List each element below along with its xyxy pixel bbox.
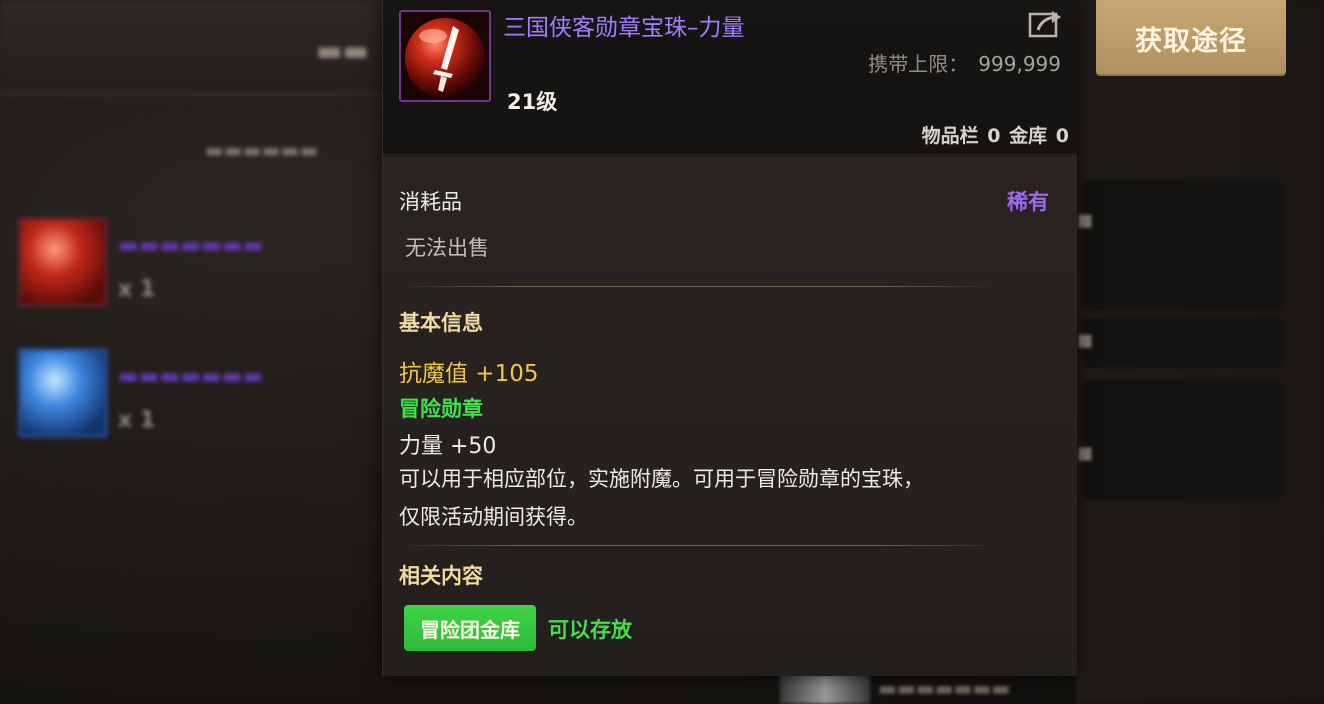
item-name: 三国侠客勋章宝珠–力量 [503, 15, 745, 41]
divider [399, 545, 999, 546]
inventory-label: 物品栏 [921, 125, 979, 147]
background-list-item: ▬▬▬▬▬▬▬ x 1 [0, 205, 400, 325]
description-line: 可以用于相应部位，实施附魔。可用于冒险勋章的宝珠， [399, 467, 924, 491]
blue-orb-icon [18, 348, 108, 438]
divider [399, 286, 999, 287]
tooltip-header: 三国侠客勋章宝珠–力量 携带上限： 999,999 21级 物品栏 0 金库 0 [383, 0, 1077, 155]
magic-resist-stat: 抗魔值 +105 [399, 361, 539, 387]
background-item-name: ▬▬▬▬▬▬▬ [118, 233, 264, 258]
related-content-title: 相关内容 [399, 564, 483, 588]
tooltip-body: 消耗品 稀有 无法出售 基本信息 抗魔值 +105 冒险勋章 力量 +50 可以… [383, 156, 1077, 676]
guild-vault-tag: 冒险团金库 [404, 605, 536, 651]
storable-status: 可以存放 [548, 618, 632, 642]
item-tooltip: 三国侠客勋章宝珠–力量 携带上限： 999,999 21级 物品栏 0 金库 0 … [382, 0, 1077, 676]
strength-stat: 力量 +50 [399, 434, 497, 459]
carry-limit-label: 携带上限： [868, 52, 969, 76]
item-description: 可以用于相应部位，实施附魔。可用于冒险勋章的宝珠， 仅限活动期间获得。 [399, 460, 1049, 536]
background-right-panel: ▪ ▪ ▪ [1076, 0, 1324, 704]
red-orb-icon [18, 217, 108, 307]
background-item-qty: x 1 [118, 408, 156, 433]
background-list-item: ▬▬▬▬▬▬▬ x 1 [0, 338, 400, 458]
background-bottom-item: ▬▬▬▬▬▬▬ [770, 674, 1090, 704]
storage-counts: 物品栏 0 金库 0 [920, 121, 1069, 148]
background-subtitle: ▬▬▬▬▬▬ [205, 138, 319, 162]
basic-info-title: 基本信息 [399, 311, 483, 335]
background-item-qty: x 1 [118, 277, 156, 302]
inventory-count: 0 [987, 125, 1001, 147]
item-rarity: 稀有 [1007, 190, 1049, 214]
background-item-name: ▬▬▬▬▬▬▬ [118, 364, 264, 389]
carry-limit-value: 999,999 [978, 52, 1061, 76]
carry-limit: 携带上限： 999,999 [868, 48, 1061, 77]
background-item-list: ▬▬▬▬▬▬ ▬▬▬▬▬▬▬ x 1 ▬▬▬▬▬▬▬ x 1 [0, 0, 400, 704]
medal-type: 冒险勋章 [399, 397, 483, 421]
acquire-path-button[interactable]: 获取途径 [1096, 0, 1286, 76]
description-line: 仅限活动期间获得。 [399, 505, 588, 529]
vault-count: 0 [1055, 125, 1069, 147]
red-gem-sword-icon [401, 12, 489, 100]
game-screen: ▬▬ ▬▬▬▬▬▬ ▬▬▬▬▬▬▬ x 1 ▬▬▬▬▬▬▬ x 1 ▪ ▪ ▪ … [0, 0, 1324, 704]
vault-label: 金库 [1009, 125, 1048, 147]
share-icon[interactable] [1028, 8, 1064, 38]
item-icon [399, 10, 491, 102]
sell-status: 无法出售 [405, 236, 489, 260]
item-level: 21级 [507, 90, 558, 114]
item-type: 消耗品 [399, 190, 462, 214]
acquire-path-label: 获取途径 [1135, 25, 1247, 57]
